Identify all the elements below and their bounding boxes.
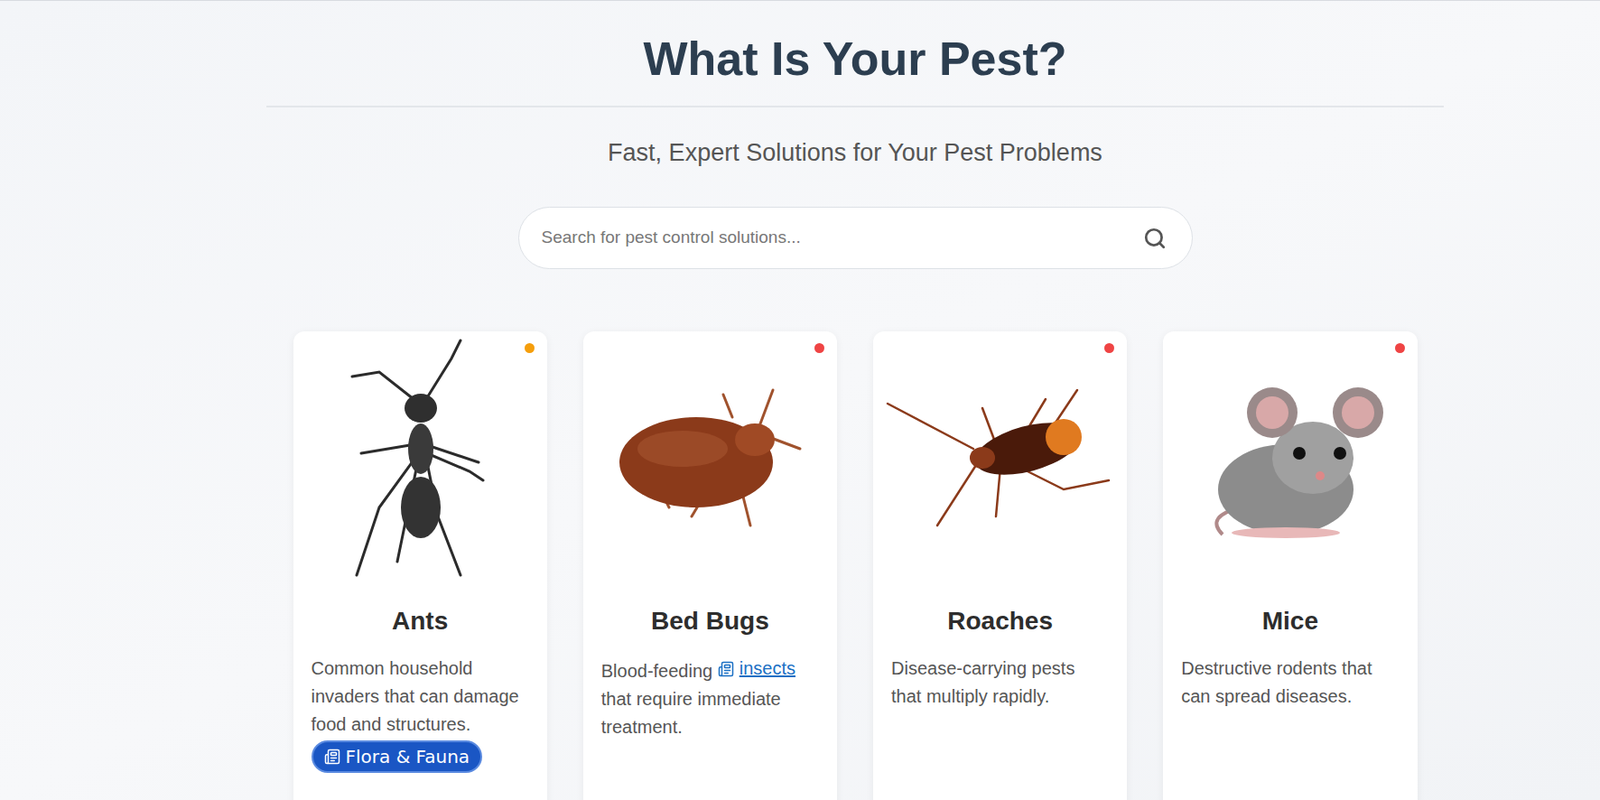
pest-card[interactable]: Bed Bugs Blood-feeding insects that requi… [583,331,838,800]
status-dot [1395,343,1405,354]
pest-title: Roaches [873,605,1127,637]
pest-title: Mice [1162,605,1417,637]
newspaper-icon [324,748,341,765]
flora-fauna-badge[interactable]: Flora & Fauna [311,740,484,773]
search-icon[interactable] [1143,226,1167,251]
pest-description: Common household invaders that can damag… [311,654,530,739]
bed-bug-photo [605,381,814,535]
pest-description: Disease-carrying pests that multiply rap… [891,654,1109,711]
newspaper-icon [717,660,735,678]
pest-image [293,331,548,585]
pest-image [583,331,838,585]
page-title: What Is Your Pest? [642,29,1067,88]
pest-card[interactable]: Roaches Disease-carrying pests that multi… [873,331,1127,800]
pest-card[interactable]: Ants Common household invaders that can d… [293,331,548,800]
roach-photo [883,381,1118,535]
pest-description: Blood-feeding insects that require immed… [601,654,819,742]
search-input[interactable] [541,224,1144,252]
insects-link[interactable]: insects [717,654,796,683]
status-dot [814,343,825,354]
pest-card[interactable]: Mice Destructive rodents that can spread … [1162,331,1417,800]
ant-photo [343,335,497,580]
divider [266,105,1444,108]
status-dot [1104,343,1115,354]
pest-description: Destructive rodents that can spread dise… [1181,654,1399,711]
pest-image [1162,331,1417,585]
subtitle: Fast, Expert Solutions for Your Pest Pro… [607,137,1103,168]
pest-title: Ants [293,605,548,637]
pest-title: Bed Bugs [583,605,838,637]
pest-image [873,331,1127,585]
mouse-photo [1186,372,1395,544]
pest-grid: Ants Common household invaders that can d… [293,331,1418,800]
page: What Is Your Pest? Fast, Expert Solutions… [0,0,1600,800]
search-bar[interactable] [518,206,1193,270]
status-dot [524,343,535,354]
